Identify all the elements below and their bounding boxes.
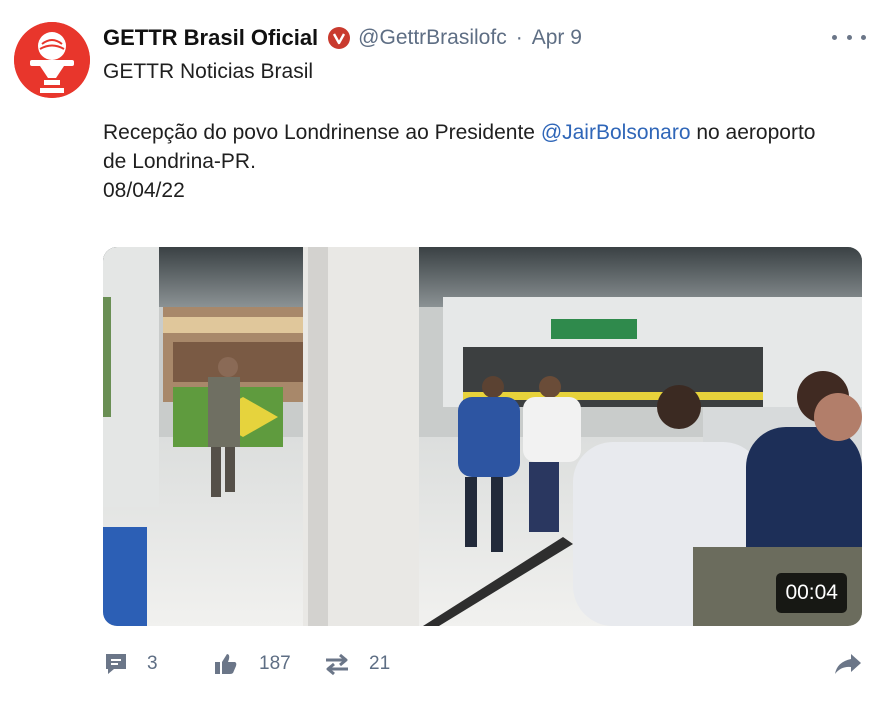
mention-link[interactable]: @JairBolsonaro [541, 121, 691, 144]
post-header: GETTR Brasil Oficial @GettrBrasilofc · A… [103, 24, 582, 52]
share-icon [835, 654, 861, 674]
post-subtitle: GETTR Noticias Brasil [103, 60, 314, 83]
post-card: GETTR Brasil Oficial @GettrBrasilofc · A… [0, 0, 894, 704]
video-thumbnail [103, 247, 862, 626]
comment-count: 3 [147, 653, 158, 674]
like-count: 187 [259, 653, 291, 674]
post-text: Recepção do povo Londrinense ao Presiden… [103, 121, 541, 144]
verified-badge-icon [328, 27, 351, 49]
comment-icon [106, 654, 126, 674]
author-handle[interactable]: @GettrBrasilofc [358, 26, 507, 50]
repost-button[interactable]: 21 [323, 648, 390, 680]
author-name[interactable]: GETTR Brasil Oficial [103, 25, 318, 51]
more-icon[interactable] [832, 30, 866, 44]
repost-count: 21 [369, 653, 391, 674]
video-duration: 00:04 [776, 573, 847, 613]
repost-icon [326, 653, 348, 676]
post-date-line: 08/04/22 [103, 179, 185, 202]
thumbs-up-icon [215, 654, 237, 674]
comment-button[interactable]: 3 [103, 648, 158, 680]
gettr-logo-avatar[interactable] [14, 22, 90, 98]
video-player[interactable]: 00:04 [103, 247, 862, 626]
header-separator: · [515, 26, 523, 49]
like-button[interactable]: 187 [213, 648, 291, 680]
action-bar: 3 187 21 [103, 648, 867, 680]
gettr-logo-icon [14, 22, 90, 98]
post-body: Recepção do povo Londrinense ao Presiden… [103, 118, 843, 205]
post-date[interactable]: Apr 9 [532, 26, 582, 50]
share-button[interactable] [833, 648, 863, 680]
